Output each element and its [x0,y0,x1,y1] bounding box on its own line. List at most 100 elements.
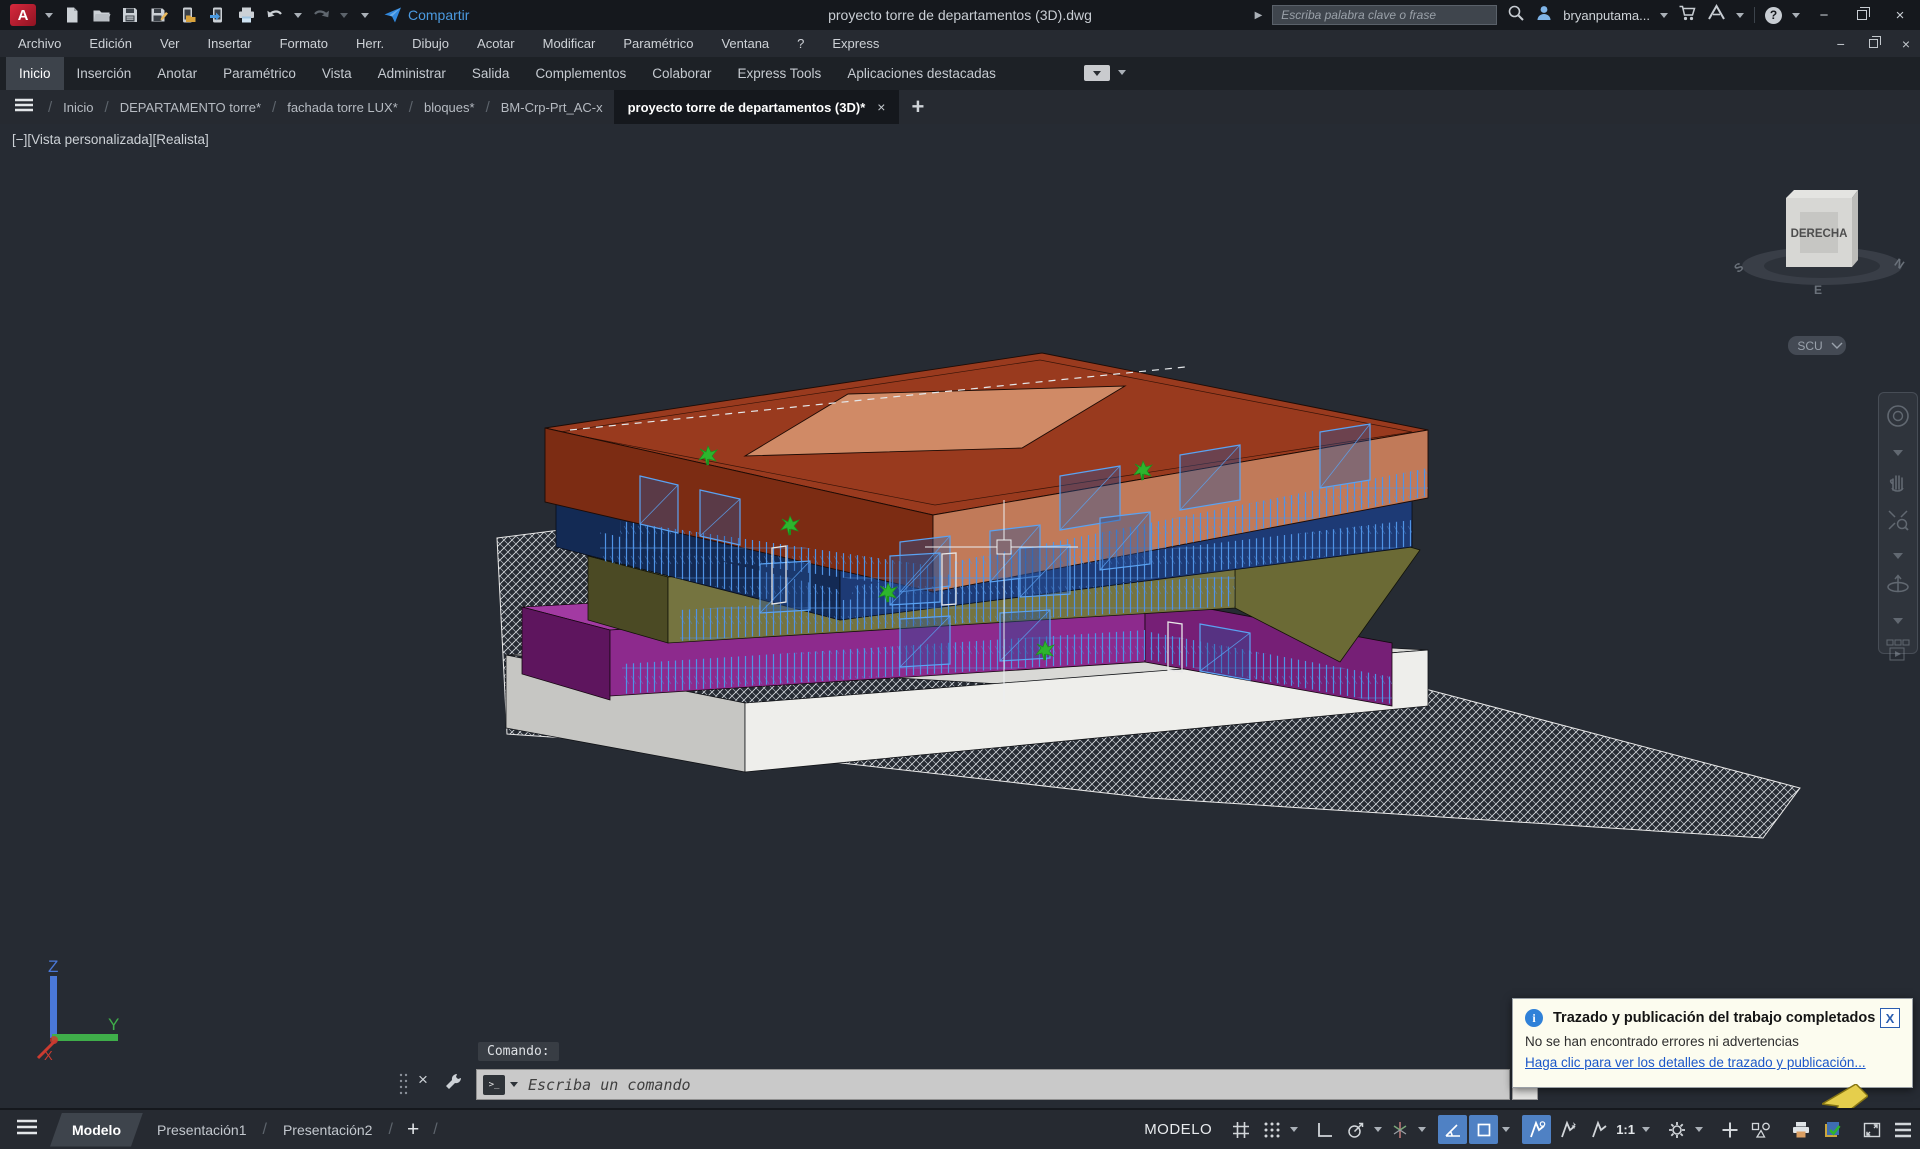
notification-close-button[interactable]: X [1880,1008,1900,1028]
viewcube[interactable]: DERECHA S N E SCU [1731,190,1906,355]
ribbon-tab-vista[interactable]: Vista [309,57,365,90]
app-store-cart-icon[interactable] [1678,4,1697,27]
app-minimize-button[interactable]: − [1810,0,1838,30]
file-tab-bm-crp-prt[interactable]: BM-Crp-Prt_AC-x [490,100,614,115]
command-dock-grip[interactable] [398,1072,410,1103]
menu-dibujo[interactable]: Dibujo [398,30,463,57]
app-restore-button[interactable] [1848,0,1876,30]
search-input[interactable] [1272,5,1497,25]
command-input-placeholder[interactable]: Escriba un comando [528,1076,691,1094]
command-close-button[interactable]: × [418,1070,428,1090]
menu-express[interactable]: Express [818,30,893,57]
grid-display-toggle[interactable] [1226,1115,1255,1144]
orbit-caret-icon[interactable] [1893,611,1903,629]
ribbon-tab-anotar[interactable]: Anotar [144,57,210,90]
navigation-bar[interactable] [1878,392,1918,654]
user-menu-caret-icon[interactable] [1660,13,1668,18]
new-drawing-icon[interactable] [62,5,82,25]
new-file-tab-button[interactable]: + [899,94,936,120]
command-input-bar[interactable]: >_ Escriba un comando [476,1069,1510,1100]
menu-formato[interactable]: Formato [266,30,342,57]
ribbon-tab-colaborar[interactable]: Colaborar [639,57,724,90]
open-from-web-mobile-icon[interactable] [178,5,198,25]
navwheel-icon[interactable] [1885,403,1911,434]
ortho-mode-toggle[interactable] [1310,1115,1339,1144]
fullscreen-toggle[interactable] [1857,1115,1886,1144]
layout-tab-presentacion2[interactable]: Presentación2 [271,1122,385,1138]
annotation-autoscale-toggle[interactable] [1553,1115,1582,1144]
ribbon-tab-parametrico[interactable]: Paramétrico [210,57,309,90]
save-as-icon[interactable] [149,5,169,25]
help-caret-icon[interactable] [1792,13,1800,18]
ribbon-tab-insercion[interactable]: Inserción [64,57,145,90]
save-to-web-mobile-icon[interactable] [207,5,227,25]
clean-screen-plus-icon[interactable] [1715,1115,1744,1144]
workspace-caret-icon[interactable] [1692,1127,1705,1132]
autodesk-menu-caret-icon[interactable] [1736,13,1744,18]
file-tab-bloques[interactable]: bloques* [413,100,486,115]
navwheel-caret-icon[interactable] [1893,443,1903,461]
plot-icon[interactable] [236,5,256,25]
drawing-close-button[interactable]: × [1902,36,1910,52]
plot-printer-icon[interactable] [1786,1115,1815,1144]
new-layout-button[interactable]: + [397,1118,429,1142]
ribbon-tab-aplicaciones[interactable]: Aplicaciones destacadas [834,57,1009,90]
ribbon-collapse-caret-icon[interactable] [1118,70,1126,75]
ribbon-collapse-button[interactable] [1084,65,1110,81]
redo-icon[interactable] [311,5,331,25]
3d-model-canvas[interactable]: DERECHA S N E SCU Z Y X [0,124,1920,1108]
drawing-viewport[interactable]: [−][Vista personalizada][Realista] [0,124,1920,1108]
file-tabs-menu-icon[interactable] [0,98,48,117]
autocad-app-icon[interactable]: A [10,4,36,26]
file-tab-fachada-torre-lux[interactable]: fachada torre LUX* [276,100,409,115]
layout-tab-presentacion1[interactable]: Presentación1 [145,1122,259,1138]
user-avatar-icon[interactable] [1535,4,1553,27]
plot-details-icon[interactable] [1817,1115,1846,1144]
annotation-scale-value[interactable]: 1:1 [1614,1122,1639,1137]
object-snap-toggle[interactable] [1469,1115,1498,1144]
zoom-caret-icon[interactable] [1893,546,1903,564]
signed-in-user[interactable]: bryanputama... [1563,8,1650,23]
search-expand-icon[interactable]: ▶ [1255,10,1263,21]
ribbon-tab-complementos[interactable]: Complementos [522,57,639,90]
polar-tracking-toggle[interactable] [1341,1115,1370,1144]
polar-caret-icon[interactable] [1371,1127,1384,1132]
command-recent-caret-icon[interactable] [510,1082,518,1087]
isolate-objects-toggle[interactable] [1746,1115,1775,1144]
layout-tab-modelo[interactable]: Modelo [50,1113,143,1147]
help-icon[interactable]: ? [1765,7,1782,24]
dynamic-input-toggle[interactable] [1438,1115,1467,1144]
menu-herramientas[interactable]: Herr. [342,30,398,57]
file-tab-close-icon[interactable]: × [877,99,885,115]
menu-ayuda[interactable]: ? [783,30,818,57]
drawing-restore-button[interactable] [1869,39,1878,48]
app-menu-caret-icon[interactable] [45,13,53,18]
status-customization-menu-icon[interactable] [1888,1115,1917,1144]
save-icon[interactable] [120,5,140,25]
workspace-gear-icon[interactable] [1662,1115,1691,1144]
undo-icon[interactable] [265,5,285,25]
pan-hand-icon[interactable] [1886,470,1910,499]
qat-customize-caret-icon[interactable] [361,13,369,18]
showmotion-icon[interactable] [1885,638,1911,667]
redo-caret-icon[interactable] [340,13,348,18]
snap-mode-toggle[interactable] [1257,1115,1286,1144]
isometric-drafting-toggle[interactable] [1385,1115,1414,1144]
file-tab-departamento-torre[interactable]: DEPARTAMENTO torre* [109,100,272,115]
annotation-visibility-toggle[interactable] [1522,1115,1551,1144]
object-snap-caret-icon[interactable] [1499,1127,1512,1132]
ribbon-tab-salida[interactable]: Salida [459,57,523,90]
command-customize-wrench-icon[interactable] [444,1072,464,1097]
share-button[interactable]: Compartir [384,7,469,23]
autodesk-logo-icon[interactable] [1707,4,1726,26]
ribbon-tab-inicio[interactable]: Inicio [6,57,64,90]
menu-ventana[interactable]: Ventana [707,30,783,57]
orbit-icon[interactable] [1885,573,1911,602]
isometric-caret-icon[interactable] [1415,1127,1428,1132]
file-tab-active-proyecto-torre[interactable]: proyecto torre de departamentos (3D)* × [614,90,900,124]
annotation-scale-icon[interactable] [1584,1115,1613,1144]
search-icon[interactable] [1507,4,1525,27]
annotation-scale-caret-icon[interactable] [1639,1127,1652,1132]
app-close-button[interactable]: × [1886,0,1914,30]
menu-ver[interactable]: Ver [146,30,194,57]
